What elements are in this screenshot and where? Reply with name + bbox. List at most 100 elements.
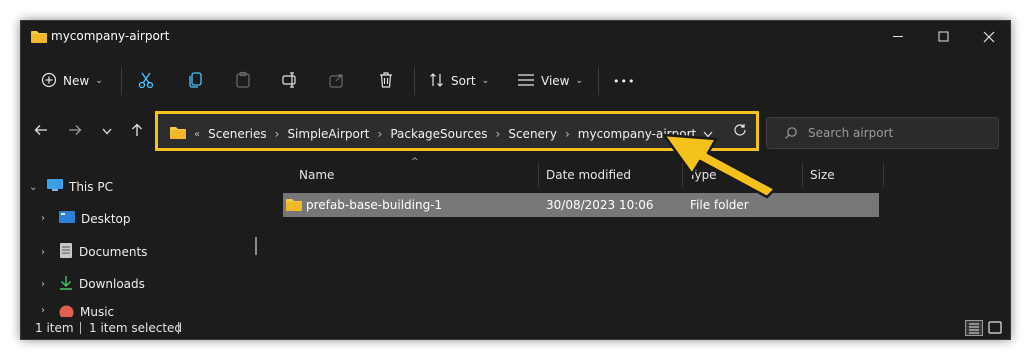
refresh-icon [734,124,746,136]
column-header-size[interactable]: Size [810,163,835,187]
breadcrumb-sceneries[interactable]: Sceneries [208,127,267,141]
file-type: File folder [690,198,749,212]
status-divider [80,322,81,334]
new-button[interactable]: New ⌄ [41,67,103,95]
column-header-label: Size [810,168,835,182]
column-divider[interactable] [883,163,884,187]
sidebar-item-this-pc[interactable]: ⌄ This PC [29,179,113,195]
sidebar-item-label: Downloads [79,277,145,291]
rename-button[interactable] [281,67,299,95]
close-button[interactable] [966,21,1010,53]
chevron-right-icon[interactable]: › [41,305,55,316]
folder-icon [170,126,186,142]
chevron-down-icon [703,131,713,138]
forward-button[interactable] [63,119,87,143]
column-header-name[interactable]: Name [299,163,334,187]
breadcrumb-mycompany-airport[interactable]: mycompany-airport [578,127,696,141]
column-header-label: Name [299,168,335,182]
back-button[interactable] [29,119,53,143]
chevron-down-icon: ⌄ [481,76,490,86]
breadcrumb-overflow[interactable]: « [194,129,200,140]
column-divider[interactable] [682,163,683,187]
maximize-button[interactable] [921,21,967,53]
divider [414,67,415,95]
sidebar-item-label: Documents [79,245,148,259]
download-icon [59,275,73,293]
column-divider[interactable] [538,163,539,187]
status-selected-count: 1 item selected [89,321,183,335]
window-title: mycompany-airport [51,29,170,43]
explorer-window: mycompany-airport New ⌄ Sort ⌄ View ⌄ ••… [20,20,1011,340]
new-label: New [63,74,90,88]
plus-circle-icon [41,72,57,91]
desktop-icon [59,211,75,226]
paste-button[interactable] [234,67,252,95]
chevron-right-icon[interactable]: › [41,213,55,224]
sort-button[interactable]: Sort ⌄ [429,67,489,95]
column-divider[interactable] [802,163,803,187]
view-label: View [541,74,570,88]
share-button[interactable] [328,67,346,95]
status-bar: 1 item 1 item selected [21,318,1010,339]
up-button[interactable] [125,119,149,143]
folder-icon [286,198,302,214]
document-icon [59,243,73,261]
computer-icon [47,179,63,195]
trash-icon [377,71,395,92]
chevron-down-icon: ⌄ [95,76,103,86]
address-bar[interactable]: « Sceneries › SimpleAirport › PackageSou… [155,111,759,151]
sort-label: Sort [451,74,476,88]
breadcrumb-packagesources[interactable]: PackageSources [390,127,487,141]
chevron-right-icon[interactable]: › [275,127,280,141]
folder-icon [31,30,47,46]
tiles-view-icon [988,321,1002,334]
column-header-label: Type [689,168,717,182]
sidebar-item-music[interactable]: › Music [41,305,114,317]
divider [598,67,599,95]
arrow-left-icon [34,124,48,139]
minimize-button[interactable] [875,21,921,53]
sidebar-item-label: Music [80,305,115,317]
chevron-down-icon [102,124,112,138]
search-input[interactable]: Search airport [808,126,893,140]
divider [121,67,122,95]
delete-button[interactable] [377,67,395,95]
recent-locations-button[interactable] [95,119,119,143]
chevron-right-icon[interactable]: › [565,127,570,141]
chevron-right-icon[interactable]: › [41,247,55,258]
cut-button[interactable] [137,67,155,95]
column-header-type[interactable]: Type [689,163,717,187]
sidebar-item-documents[interactable]: › Documents [41,243,147,261]
chevron-down-icon[interactable]: ⌄ [29,182,43,193]
column-header-date[interactable]: Date modified [546,163,631,187]
copy-button[interactable] [187,67,205,95]
arrow-up-icon [131,123,143,140]
address-history-dropdown[interactable] [703,127,713,141]
chevron-right-icon[interactable]: › [496,127,501,141]
sidebar-item-desktop[interactable]: › Desktop [41,211,131,226]
title-bar: mycompany-airport [21,21,1010,53]
sidebar-item-label: Desktop [81,211,131,226]
tiles-view-button[interactable] [987,320,1005,336]
column-header-label: Date modified [546,168,632,182]
rename-icon [281,71,299,92]
copy-icon [187,71,205,92]
sidebar-item-downloads[interactable]: › Downloads [41,275,145,293]
clipboard-icon [234,71,252,92]
status-item-count: 1 item [35,321,74,335]
pane-splitter[interactable] [255,237,257,255]
share-icon [328,71,346,92]
breadcrumb-scenery[interactable]: Scenery [508,127,557,141]
view-button[interactable]: View ⌄ [517,67,583,95]
search-box[interactable]: Search airport [766,117,999,149]
details-view-button[interactable] [965,320,983,336]
chevron-right-icon[interactable]: › [41,279,55,290]
command-bar: New ⌄ Sort ⌄ View ⌄ ••• [21,61,1010,101]
chevron-right-icon[interactable]: › [378,127,383,141]
more-options-button[interactable]: ••• [613,67,635,95]
view-list-icon [517,73,535,90]
refresh-button[interactable] [733,123,747,140]
status-divider [178,322,179,334]
file-row[interactable]: prefab-base-building-1 30/08/2023 10:06 … [283,193,879,217]
breadcrumb-simpleairport[interactable]: SimpleAirport [287,127,369,141]
